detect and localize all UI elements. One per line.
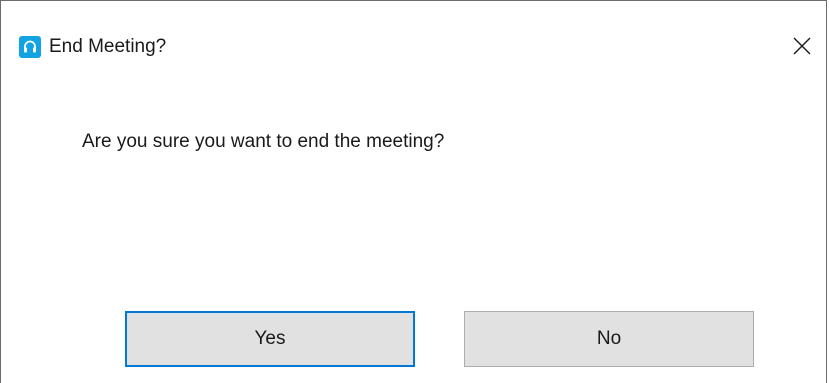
close-button[interactable] xyxy=(780,23,826,69)
confirmation-message: Are you sure you want to end the meeting… xyxy=(82,131,445,152)
no-button[interactable]: No xyxy=(464,311,754,367)
title-bar: End Meeting? xyxy=(1,1,826,73)
headset-icon xyxy=(19,36,41,58)
end-meeting-dialog: End Meeting? Are you sure you want to en… xyxy=(0,0,827,383)
dialog-title: End Meeting? xyxy=(49,36,167,57)
yes-button[interactable]: Yes xyxy=(125,311,415,367)
